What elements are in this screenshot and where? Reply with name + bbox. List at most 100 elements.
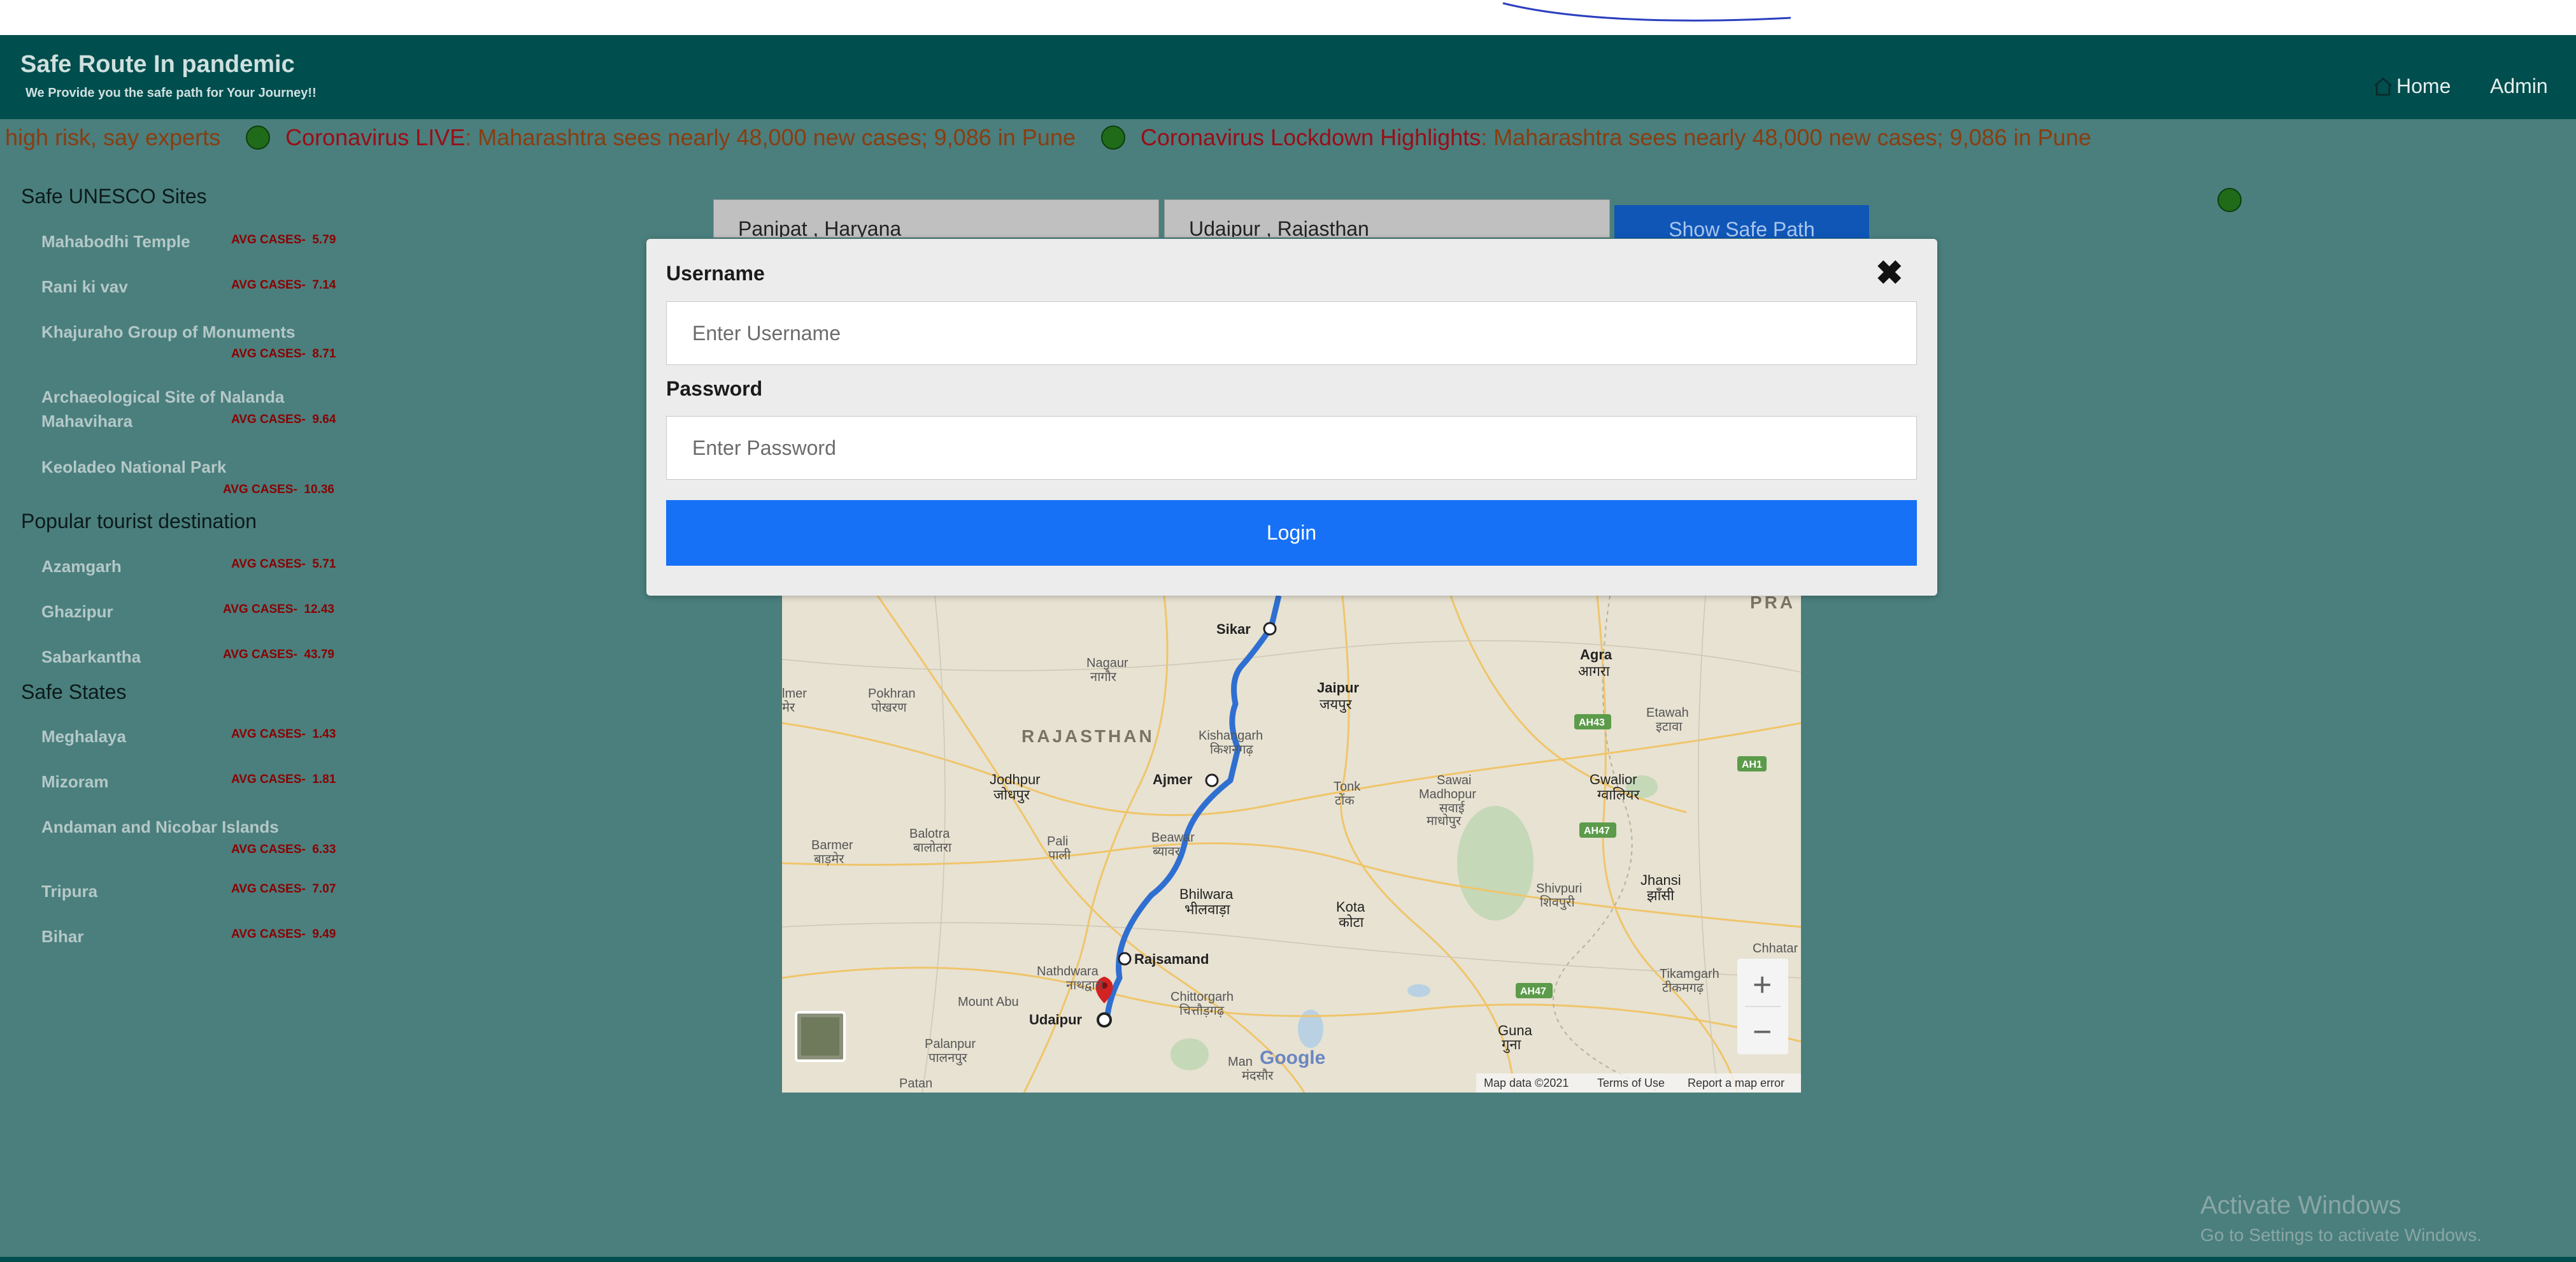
map-label-balotra-hi: बालोतरा [913,840,952,855]
sidebar-item[interactable]: Tripura [41,879,97,903]
map-label-gwalior: Gwalior [1590,771,1637,787]
map-label-shivpuri-hi: शिवपुरी [1540,895,1575,910]
map-label-nathdwara: Nathdwara [1037,964,1099,979]
destination-input[interactable]: Udaipur , Rajasthan [1164,199,1610,238]
map-label-mandsaur: Man [1228,1055,1253,1069]
login-button[interactable]: Login [666,500,1917,566]
username-field[interactable] [666,301,1917,365]
route-map[interactable]: Sikar Agra आगरा Nagaur नागौर Jaipur जयपु… [782,596,1801,1093]
map-label-ajmer: Ajmer [1153,771,1193,787]
map-label-palanpur-hi: पालनपुर [929,1051,968,1066]
map-label-kishangarh-hi: किशनगढ़ [1210,742,1254,757]
avg-cases: AVG CASES- 8.71 [231,347,336,361]
map-report-link[interactable]: Report a map error [1688,1077,1784,1089]
scribble-mark [1502,2,1791,22]
map-label-jaipur-hi: जयपुर [1320,696,1353,713]
map-label-guna-hi: गुना [1502,1036,1521,1053]
map-label-tikamgarh: Tikamgarh [1660,967,1719,981]
ticker-bullet-icon [2217,188,2242,212]
map-label-rajsamand: Rajsamand [1134,951,1209,967]
password-field[interactable] [666,416,1917,480]
highway-label: AH47 [1584,826,1610,836]
ticker-text: : Maharashtra sees nearly 48,000 new cas… [465,124,1076,150]
password-input[interactable] [667,417,1916,479]
map-label-tikamgarh-hi: टीकमगढ़ [1662,980,1704,995]
map-label-pra: PRA [1750,596,1795,612]
avg-cases: AVG CASES- 10.36 [223,483,334,496]
map-label-jaisalmer-hi: मेर [782,700,795,715]
avg-cases: AVG CASES- 7.07 [231,882,336,896]
map-label-sawai: Sawai [1437,773,1471,787]
map-label-kishangarh: Kishangarh [1199,729,1263,743]
map-label-barmer-hi: बाड़मेर [814,852,844,866]
map-label-chittorgarh-hi: चित्तौड़गढ़ [1179,1003,1225,1018]
nav-home-link[interactable]: Home [2372,75,2451,98]
avg-cases: AVG CASES- 1.43 [231,728,336,741]
map-label-etawah: Etawah [1646,706,1689,720]
sidebar-item[interactable]: Meghalaya [41,724,126,749]
map-label-chittorgarh: Chittorgarh [1171,990,1234,1004]
map-label-jhansi-hi: झाँसी [1647,887,1674,903]
map-label-patan: Patan [899,1077,932,1091]
map-label-tonk-hi: टोंक [1335,793,1355,808]
zoom-out-button[interactable]: − [1753,1014,1772,1050]
avg-cases: AVG CASES- 43.79 [223,648,334,661]
news-ticker: high risk, say experts Coronavirus LIVE … [0,119,2576,156]
map-label-nagaur: Nagaur [1086,656,1128,670]
map-label-shivpuri: Shivpuri [1536,882,1582,896]
ticker-bullet-icon [246,125,271,150]
zoom-in-button[interactable]: + [1753,966,1772,1003]
map-label-tonk: Tonk [1334,780,1361,794]
sidebar-item[interactable]: Bihar [41,924,83,949]
sidebar-item[interactable]: Khajuraho Group of Monuments [41,320,295,344]
map-label-jodhpur: Jodhpur [990,771,1041,787]
watermark-subtitle: Go to Settings to activate Windows. [2200,1225,2482,1245]
avg-cases: AVG CASES- 9.49 [231,928,336,941]
sidebar-item[interactable]: Rani ki vav [41,275,128,299]
avg-cases: AVG CASES- 12.43 [223,603,334,616]
terrain-patch [1171,1038,1209,1070]
ticker-headline[interactable]: Coronavirus LIVE [285,124,465,151]
avg-cases: AVG CASES- 6.33 [231,843,336,856]
username-input[interactable] [667,302,1916,364]
map-label-pokhran: Pokhran [868,687,916,701]
city-marker [1118,952,1132,966]
home-icon [2374,76,2392,96]
satellite-thumbnail [801,1017,839,1056]
sidebar-item[interactable]: Mahabodhi Temple [41,229,190,254]
show-safe-path-button[interactable]: Show Safe Path [1614,205,1869,238]
destination-marker [1097,1012,1112,1028]
sidebar-item[interactable]: Andaman and Nicobar Islands [41,815,279,839]
ticker-lead: high risk, say experts [5,124,221,150]
google-logo: Google [1260,1047,1325,1068]
map-label-nathdwara-hi: नाथद्वारा [1066,979,1104,993]
map-label-pokhran-hi: पोखरण [871,700,907,715]
nav-admin-link[interactable]: Admin [2490,75,2548,98]
map-label-madhopur-hi1: सवाई [1439,801,1465,815]
sidebar-item[interactable]: Keoladeo National Park [41,455,226,479]
map-label-rajasthan: RAJASTHAN [1021,726,1155,746]
map-label-etawah-hi: इटावा [1656,720,1683,734]
sidebar-item[interactable]: Azamgarh [41,554,122,578]
nav-home-label: Home [2396,75,2451,97]
password-label: Password [666,377,763,400]
ticker-headline[interactable]: Coronavirus Lockdown Highlights [1141,124,1481,151]
origin-input[interactable]: Panipat , Haryana [713,199,1159,238]
brand-title[interactable]: Safe Route In pandemic [20,51,295,78]
highway-label: AH43 [1579,717,1605,728]
sidebar-item[interactable]: Sabarkantha [41,645,141,669]
map-label-sikar: Sikar [1216,621,1251,637]
map-label-madhopur: Madhopur [1419,787,1476,801]
sidebar-item[interactable]: Ghazipur [41,599,113,624]
avg-cases: AVG CASES- 5.79 [231,233,336,247]
map-label-agra: Agra [1580,647,1612,663]
map-label-udaipur: Udaipur [1029,1012,1083,1028]
activation-watermark: Activate Windows Go to Settings to activ… [2200,1191,2482,1245]
navbar: Safe Route In pandemic We Provide you th… [0,35,2576,119]
map-label-kota-hi: कोटा [1339,914,1364,930]
sidebar-item[interactable]: Mizoram [41,770,108,794]
highway-label: AH47 [1520,986,1546,997]
map-terms-link[interactable]: Terms of Use [1597,1077,1665,1089]
section-title: Safe UNESCO Sites [21,185,207,208]
close-icon[interactable]: ✖ [1875,257,1904,290]
